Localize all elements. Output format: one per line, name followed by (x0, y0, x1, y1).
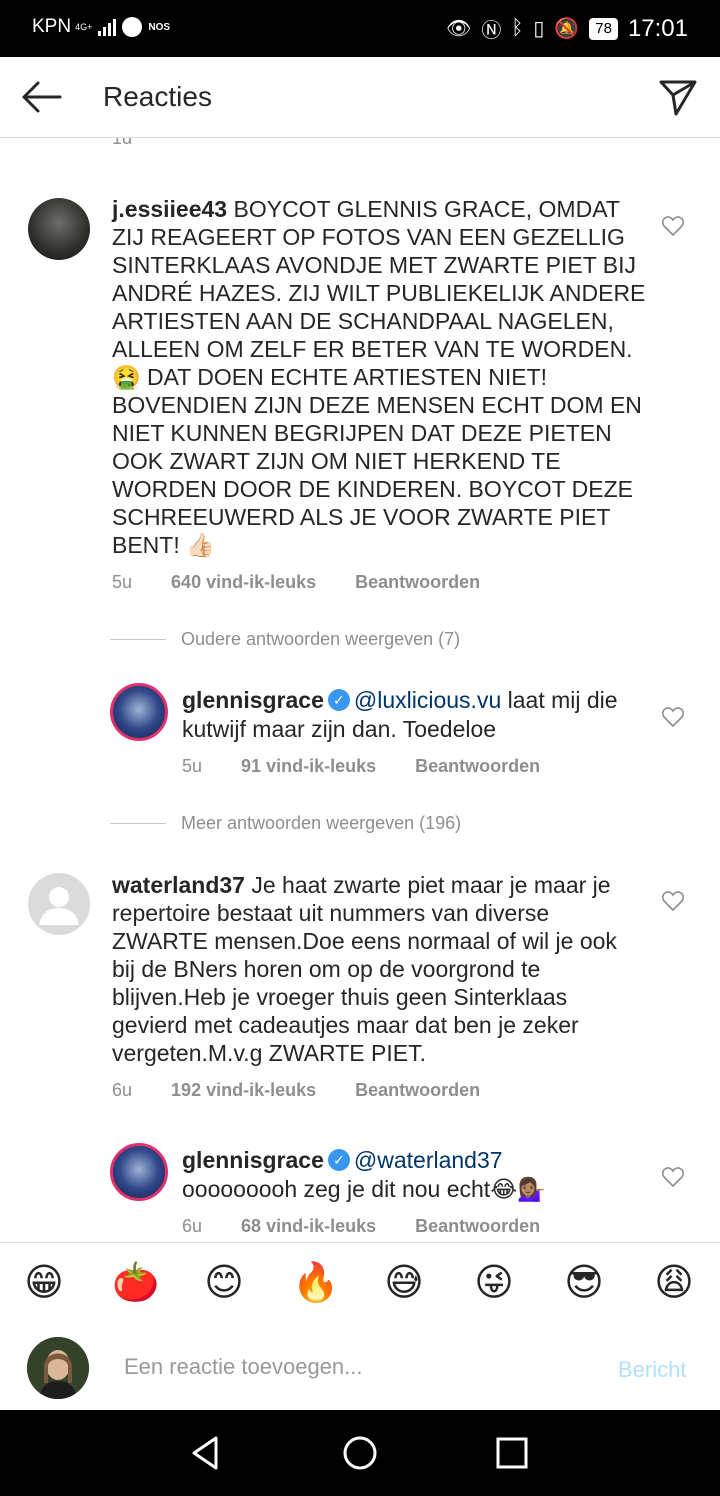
reply-body: ooooooooh zeg je dit nou echt😂💁🏽‍♀️ (182, 1175, 546, 1202)
mention-link[interactable]: @luxlicious.vu (354, 687, 501, 713)
avatar[interactable] (110, 1143, 168, 1201)
reply-meta: 6u 68 vind-ik-leuks Beantwoorden (182, 1216, 574, 1237)
comment-body: Je haat zwarte piet maar je maar je repe… (112, 872, 617, 1066)
comment-input[interactable] (122, 1353, 596, 1381)
emoji-weary-button[interactable]: 😩 (652, 1261, 696, 1305)
likes-count[interactable]: 192 vind-ik-leuks (171, 1080, 316, 1100)
emoji-fire-button[interactable]: 🔥 (292, 1261, 339, 1305)
comment-meta: 6u 192 vind-ik-leuks Beantwoorden (112, 1080, 514, 1101)
comments-list[interactable]: 1d j.essiiee43 BOYCOT GLENNIS GRACE, OMD… (0, 138, 720, 1242)
eye-icon: 👁 (445, 18, 472, 40)
older-replies-toggle[interactable]: Oudere antwoorden weergeven (7) (110, 629, 460, 650)
vibrate-icon: ▯ (533, 18, 545, 40)
emoji-grin-button[interactable]: 😁 (22, 1261, 66, 1305)
reply-button[interactable]: Beantwoorden (355, 572, 480, 592)
status-left: KPN 4G+ NOS (32, 16, 170, 38)
post-button[interactable]: Bericht (618, 1357, 686, 1383)
reply-meta: 5u 91 vind-ik-leuks Beantwoorden (182, 756, 574, 777)
like-heart-icon[interactable] (662, 216, 684, 236)
nos-label: NOS (148, 21, 171, 33)
like-heart-icon[interactable] (662, 891, 684, 911)
current-user-avatar (27, 1337, 89, 1399)
bluetooth-icon: ᛒ (511, 17, 524, 39)
page-title: Reacties (103, 81, 212, 112)
comment-username[interactable]: j.essiiee43 (112, 196, 227, 222)
clock: 17:01 (627, 14, 688, 42)
verified-badge-icon: ✓ (327, 688, 350, 711)
nav-home-icon[interactable] (340, 1433, 380, 1473)
system-nav-bar (0, 1410, 720, 1496)
app-header: Reacties (0, 57, 720, 138)
nfc-icon: Ⓝ (481, 20, 502, 42)
comment-composer: Bericht (0, 1325, 720, 1410)
status-bar: KPN 4G+ NOS 👁 Ⓝ ᛒ ▯ 🔕 78 17:01 (0, 0, 720, 57)
comment-meta: 5u 640 vind-ik-leuks Beantwoorden (112, 572, 514, 593)
verified-badge-icon: ✓ (327, 1148, 350, 1171)
direct-send-icon[interactable] (658, 77, 698, 117)
reply-time: 5u (182, 756, 203, 776)
divider (110, 823, 166, 824)
spotify-icon (122, 17, 143, 37)
reply-button[interactable]: Beantwoorden (415, 756, 540, 776)
emoji-sweat-smile-button[interactable]: 😅 (382, 1261, 426, 1305)
likes-count[interactable]: 640 vind-ik-leuks (171, 572, 316, 592)
emoji-smile-button[interactable]: 😊 (202, 1261, 246, 1305)
more-replies-label: Meer antwoorden weergeven (196) (181, 813, 462, 833)
nav-back-icon[interactable] (186, 1433, 226, 1473)
reply-username[interactable]: glennisgrace (182, 1147, 324, 1173)
comment-username[interactable]: waterland37 (112, 872, 245, 898)
avatar-placeholder[interactable] (28, 873, 90, 935)
carrier-label: KPN (32, 16, 72, 37)
emoji-quick-bar: 😁 🍅 😊 🔥 😅 😜 😎 😩 (0, 1242, 720, 1326)
comment-body: BOYCOT GLENNIS GRACE, OMDAT ZIJ REAGEERT… (112, 196, 646, 558)
status-right: 👁 Ⓝ ᛒ ▯ 🔕 78 17:01 (446, 14, 688, 43)
avatar[interactable] (28, 198, 90, 260)
older-replies-label: Oudere antwoorden weergeven (7) (181, 629, 461, 649)
like-heart-icon[interactable] (662, 707, 684, 727)
reply-time: 6u (182, 1216, 203, 1236)
reply-button[interactable]: Beantwoorden (415, 1216, 540, 1236)
mute-icon: 🔕 (554, 18, 580, 40)
reply-button[interactable]: Beantwoorden (355, 1080, 480, 1100)
likes-count[interactable]: 68 vind-ik-leuks (241, 1216, 376, 1236)
likes-count[interactable]: 91 vind-ik-leuks (241, 756, 376, 776)
battery-indicator: 78 (589, 17, 618, 40)
comment-text: j.essiiee43 BOYCOT GLENNIS GRACE, OMDAT … (112, 195, 647, 559)
user-photo-icon (27, 1337, 89, 1399)
network-type: 4G+ (75, 21, 93, 32)
divider (110, 639, 166, 640)
nav-recents-icon[interactable] (492, 1433, 532, 1473)
reply-text: glennisgrace ✓ @luxlicious.vu laat mij die… (182, 686, 652, 743)
emoji-wink-tongue-button[interactable]: 😜 (472, 1261, 516, 1305)
signal-icon (98, 18, 117, 36)
reply-username[interactable]: glennisgrace (182, 687, 324, 713)
comment-text: waterland37 Je haat zwarte piet maar je … (112, 871, 632, 1067)
comment-time: 6u (112, 1080, 133, 1100)
more-replies-toggle[interactable]: Meer antwoorden weergeven (196) (110, 813, 461, 834)
emoji-tomato-button[interactable]: 🍅 (112, 1261, 159, 1305)
back-arrow-icon[interactable] (20, 79, 62, 115)
avatar[interactable] (110, 683, 168, 741)
comment-time: 5u (112, 572, 133, 592)
reply-text: glennisgrace ✓ @waterland37 ooooooooh zeg … (182, 1146, 652, 1203)
default-user-icon (39, 887, 79, 925)
clipped-timestamp: 1d (112, 138, 133, 148)
emoji-sunglasses-button[interactable]: 😎 (562, 1261, 606, 1305)
like-heart-icon[interactable] (662, 1167, 684, 1187)
mention-link[interactable]: @waterland37 (354, 1147, 503, 1173)
